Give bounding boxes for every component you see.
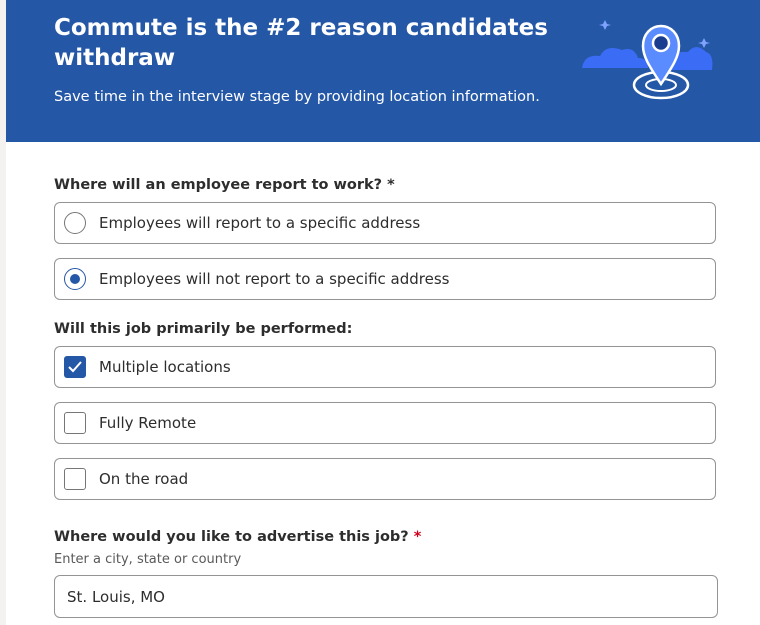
- option-label: Fully Remote: [99, 414, 197, 432]
- banner-title: Commute is the #2 reason candidates with…: [54, 15, 548, 71]
- commute-banner: Commute is the #2 reason candidates with…: [6, 0, 760, 142]
- advertise-location-input[interactable]: St. Louis, MO: [54, 575, 718, 618]
- sparkle-icon: [698, 38, 710, 48]
- banner-subtitle: Save time in the interview stage by prov…: [54, 89, 540, 105]
- radio-button[interactable]: [64, 212, 86, 234]
- advertise-question-label: Where would you like to advertise this j…: [54, 529, 421, 545]
- checkmark-icon: [68, 361, 82, 373]
- performed-option-multiple-locations[interactable]: Multiple locations: [54, 346, 716, 388]
- option-label: Employees will not report to a specific …: [99, 270, 450, 288]
- performed-option-fully-remote[interactable]: Fully Remote: [54, 402, 716, 444]
- performed-option-on-the-road[interactable]: On the road: [54, 458, 716, 500]
- option-label: Employees will report to a specific addr…: [99, 214, 421, 232]
- checkbox-checked[interactable]: [64, 356, 86, 378]
- sparkle-icon: [599, 20, 611, 30]
- option-label: On the road: [99, 470, 189, 488]
- checkbox[interactable]: [64, 412, 86, 434]
- advertise-question-text: Where would you like to advertise this j…: [54, 529, 409, 545]
- report-option-no-specific-address[interactable]: Employees will not report to a specific …: [54, 258, 716, 300]
- advertise-hint: Enter a city, state or country: [54, 552, 242, 567]
- option-label: Multiple locations: [99, 358, 231, 376]
- advertise-location-value: St. Louis, MO: [67, 587, 165, 606]
- performed-question-label: Will this job primarily be performed:: [54, 321, 353, 337]
- location-pin-icon: [582, 20, 713, 100]
- checkbox[interactable]: [64, 468, 86, 490]
- report-question-text: Where will an employee report to work?: [54, 177, 383, 193]
- radio-button-selected[interactable]: [64, 268, 86, 290]
- report-question-label: Where will an employee report to work? *: [54, 177, 395, 193]
- cloud-shape: [582, 48, 648, 68]
- required-marker: *: [387, 177, 395, 193]
- required-marker: *: [413, 529, 422, 545]
- report-option-specific-address[interactable]: Employees will report to a specific addr…: [54, 202, 716, 244]
